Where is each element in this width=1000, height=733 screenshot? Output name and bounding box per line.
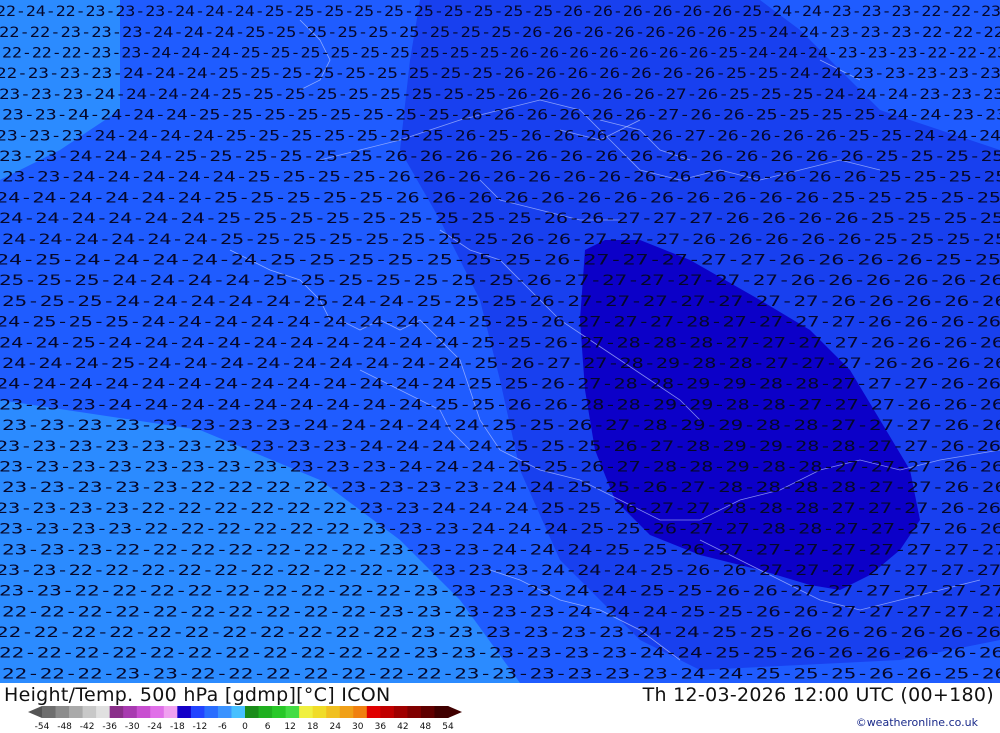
scale-color-box bbox=[312, 706, 327, 718]
scale-color-box bbox=[42, 706, 57, 718]
scale-color-box bbox=[55, 706, 70, 718]
scale-color-box bbox=[285, 706, 300, 718]
isotherm-label-row: 25-25-25-24-24-24-24-25-25-25-25-25-25-2… bbox=[0, 273, 1000, 289]
scale-color-box bbox=[420, 706, 435, 718]
scale-tick-label: -36 bbox=[102, 722, 117, 732]
isotherm-label-row: 24-24-24-24-24-24-25-25-25-25-25-25-25-2… bbox=[2, 232, 1000, 248]
map-title: Height/Temp. 500 hPa [gdmp][°C] ICON bbox=[4, 684, 391, 706]
scale-tick-label: -54 bbox=[35, 722, 50, 732]
isotherm-label-row: 22-22-22-22-22-22-22-22-22-22-23-23-23-2… bbox=[2, 604, 1000, 620]
scale-color-box bbox=[150, 706, 165, 718]
scale-tick-label: 36 bbox=[375, 722, 387, 732]
isotherm-label-row: 24-24-24-24-24-24-25-25-25-25-25-25-25-2… bbox=[0, 211, 1000, 227]
scale-color-box bbox=[299, 706, 314, 718]
valid-datetime: Th 12-03-2026 12:00 UTC (00+180) bbox=[642, 684, 994, 706]
isotherm-label-row: 23-23-23-23-23-22-22-22-22-23-23-23-23-2… bbox=[2, 480, 1000, 496]
isotherm-label-row: 25-25-25-24-24-24-24-24-25-24-24-25-25-2… bbox=[2, 294, 1000, 310]
scale-color-box bbox=[245, 706, 260, 718]
isotherm-label-row: 24-24-24-24-24-24-25-25-25-25-25-26-26-2… bbox=[0, 190, 1000, 206]
scale-tick-label: 6 bbox=[265, 722, 271, 732]
scale-color-box bbox=[136, 706, 151, 718]
isotherm-label-row: 22-22-22-23-23-22-22-22-22-22-22-22-23-2… bbox=[2, 666, 1000, 682]
scale-tick-label: -42 bbox=[80, 722, 95, 732]
scale-tick-label: 54 bbox=[442, 722, 454, 732]
scale-arrow-left bbox=[28, 706, 42, 718]
scale-color-box bbox=[366, 706, 381, 718]
scale-tick-label: 12 bbox=[284, 722, 295, 732]
scale-color-box bbox=[272, 706, 287, 718]
scale-color-box bbox=[326, 706, 341, 718]
map-footer: Height/Temp. 500 hPa [gdmp][°C] ICON Th … bbox=[0, 683, 1000, 733]
scale-color-box bbox=[339, 706, 354, 718]
scale-tick-label: -6 bbox=[218, 722, 227, 732]
isotherm-label-row: 24-25-24-24-24-24-24-25-25-25-25-25-25-2… bbox=[0, 253, 1000, 269]
isotherm-label-row: 22-22-22-22-22-22-22-22-22-22-22-23-23-2… bbox=[0, 646, 1000, 662]
scale-color-box bbox=[96, 706, 111, 718]
scale-color-box bbox=[82, 706, 97, 718]
scale-tick-label: 24 bbox=[329, 722, 341, 732]
isotherm-label-row: 24-24-24-24-24-24-24-24-24-24-24-24-24-2… bbox=[0, 377, 1000, 393]
scale-color-box bbox=[231, 706, 246, 718]
scale-tick-label: 0 bbox=[242, 722, 248, 732]
scale-color-box bbox=[190, 706, 205, 718]
scale-color-box bbox=[434, 706, 449, 718]
scale-color-box bbox=[163, 706, 178, 718]
scale-tick-label: -48 bbox=[57, 722, 72, 732]
scale-arrow-right bbox=[448, 706, 462, 718]
isotherm-label-row: 22-24-22-23-23-23-24-24-24-25-25-25-25-2… bbox=[0, 4, 1000, 20]
scale-tick-label: -30 bbox=[125, 722, 140, 732]
isotherm-label-row: 23-23-23-24-24-24-24-24-24-24-24-24-25-2… bbox=[0, 397, 1000, 413]
scale-color-box bbox=[123, 706, 138, 718]
isotherm-label-row: 23-23-23-22-22-22-22-22-22-22-23-23-23-2… bbox=[2, 542, 1000, 558]
scale-color-box bbox=[407, 706, 422, 718]
isotherm-label-row: 22-22-23-23-23-24-24-24-25-25-25-25-25-2… bbox=[0, 25, 1000, 41]
scale-tick-label: -24 bbox=[147, 722, 162, 732]
isotherm-label-row: 23-23-22-22-22-22-22-22-22-22-22-22-23-2… bbox=[0, 563, 1000, 579]
scale-tick-label: -18 bbox=[170, 722, 185, 732]
scale-tick-label: -12 bbox=[193, 722, 208, 732]
color-scale-legend: -54 -48 -42 -36 -30 -24 -18 -12 -6 0 6 12 18 24 30 36 42… bbox=[28, 706, 462, 732]
scale-tick-label: 48 bbox=[420, 722, 432, 732]
isotherm-label-row: 23-23-24-24-24-25-25-25-25-25-25-26-26-2… bbox=[0, 149, 1000, 165]
isotherm-label-row: 23-23-23-23-23-23-23-23-24-24-24-24-24-2… bbox=[2, 418, 1000, 434]
isotherm-label-row: 23-23-23-23-22-22-22-22-22-22-23-23-23-2… bbox=[0, 522, 1000, 538]
scale-color-box bbox=[69, 706, 84, 718]
scale-color-box bbox=[393, 706, 408, 718]
scale-tick-label: 42 bbox=[397, 722, 408, 732]
scale-color-box bbox=[380, 706, 395, 718]
scale-color-box bbox=[177, 706, 192, 718]
isotherm-label-row: 23-23-23-24-24-24-24-25-25-25-25-25-25-2… bbox=[0, 128, 1000, 144]
scale-color-box bbox=[217, 706, 232, 718]
isotherm-label-row: 24-24-24-25-24-24-24-24-24-24-24-24-24-2… bbox=[2, 356, 1000, 372]
scale-color-box bbox=[258, 706, 273, 718]
isotherm-label-row: 24-24-25-24-24-24-24-24-24-24-24-24-24-2… bbox=[0, 335, 1000, 351]
isotherm-label-row: 23-23-23-23-23-23-23-23-23-23-24-24-24-2… bbox=[0, 439, 1000, 455]
isotherm-label-row: 22-22-22-22-22-22-22-22-22-22-22-23-23-2… bbox=[0, 625, 1000, 641]
credit-link[interactable]: ©weatheronline.co.uk bbox=[856, 716, 978, 729]
scale-tick-label: 30 bbox=[352, 722, 364, 732]
isotherm-label-row: 23-23-22-22-22-22-22-22-22-22-22-23-23-2… bbox=[0, 584, 1000, 600]
isotherm-label-row: 23-23-24-24-24-24-25-25-25-25-25-25-25-2… bbox=[2, 108, 1000, 124]
temperature-map: 22-24-22-23-23-23-24-24-24-25-25-25-25-2… bbox=[0, 0, 1000, 683]
isotherm-label-row: 23-23-24-24-24-24-24-25-25-25-25-26-26-2… bbox=[2, 170, 1000, 186]
scale-color-box bbox=[109, 706, 124, 718]
scale-color-box bbox=[204, 706, 219, 718]
scale-color-box bbox=[353, 706, 368, 718]
isotherm-label-row: 23-23-23-24-24-24-24-25-25-25-25-25-25-2… bbox=[0, 87, 1000, 103]
isotherm-label-row: 23-23-23-23-23-23-23-23-23-23-23-24-24-2… bbox=[0, 459, 1000, 475]
isotherm-label-row: 22-22-22-23-23-24-24-24-25-25-25-25-25-2… bbox=[2, 46, 1000, 62]
isotherm-label-row: 23-23-23-23-22-22-22-22-22-22-23-23-24-2… bbox=[0, 501, 1000, 517]
scale-tick-label: 18 bbox=[307, 722, 319, 732]
isotherm-label-row: 24-25-25-25-24-24-24-24-24-24-24-24-24-2… bbox=[0, 315, 1000, 331]
isotherm-label-row: 22-23-23-23-24-24-24-25-25-25-25-25-25-2… bbox=[0, 66, 1000, 82]
